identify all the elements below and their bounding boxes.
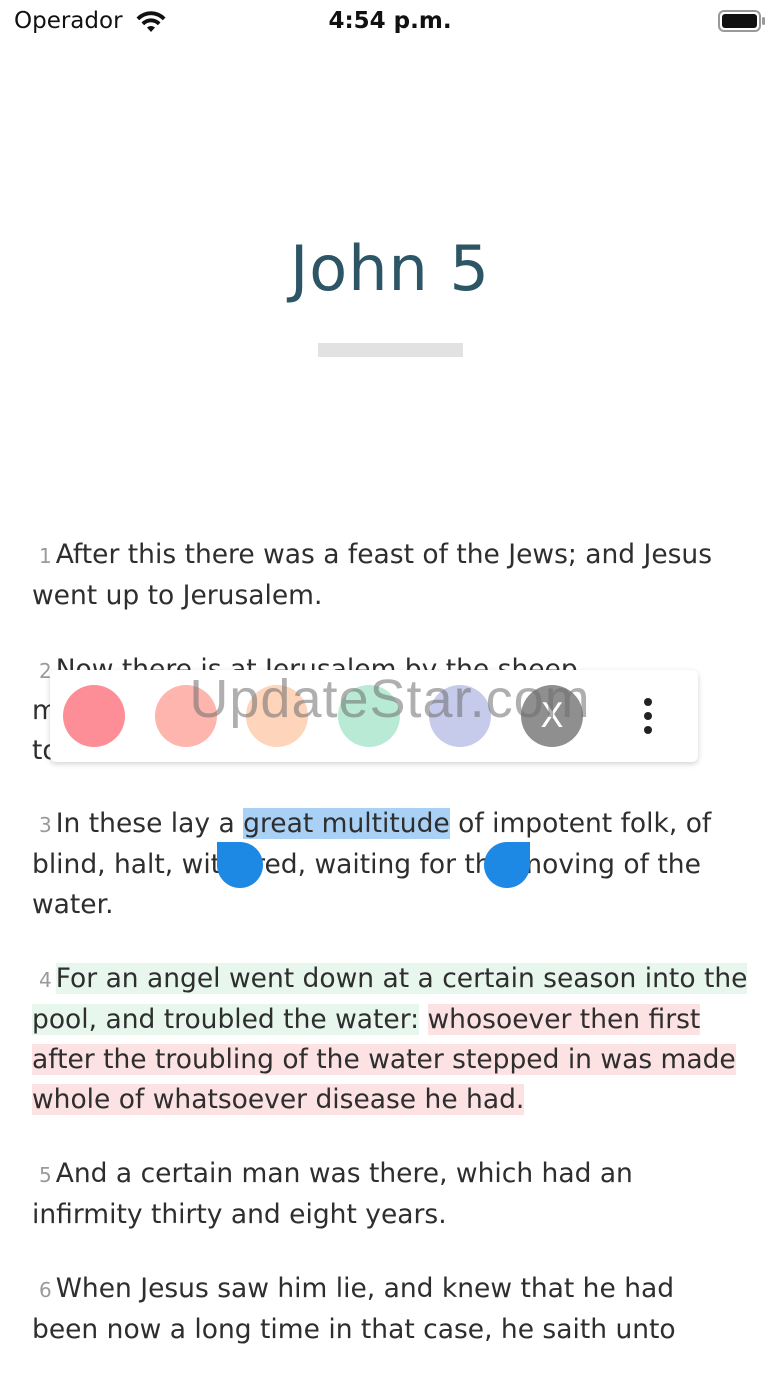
selection-handle-start[interactable] [217,842,263,888]
verse-3[interactable]: 3 In these lay a great multitude of impot… [32,804,748,925]
verse-text: In these lay a [55,808,244,839]
verse-1[interactable]: 1 After this there was a feast of the Jew… [32,535,748,616]
verse-number: 6 [39,1278,52,1302]
verse-text: When Jesus saw him lie, and knew that he… [32,1273,676,1345]
selection-handle-end[interactable] [484,842,530,888]
verse-4[interactable]: 4 For an angel went down at a certain sea… [32,959,748,1120]
verse-number: 5 [39,1163,52,1187]
verse-number: 1 [39,544,52,568]
watermark: UpdateStar.com [189,669,591,729]
battery-icon [718,10,765,32]
verse-text: After this there was a feast of the Jews… [32,539,713,611]
status-bar: Operador 4:54 p.m. [0,0,780,44]
verse-list: 1 After this there was a feast of the Jew… [32,535,748,1384]
verse-number: 4 [39,968,52,992]
verse-6[interactable]: 6 When Jesus saw him lie, and knew that h… [32,1269,748,1350]
status-time: 4:54 p.m. [328,8,452,34]
verse-number: 3 [39,813,52,837]
title-divider [318,343,463,357]
verse-text: And a certain man was there, which had a… [32,1158,633,1230]
chapter-title: John 5 [290,232,490,305]
selected-text[interactable]: great multitude [243,808,450,839]
verse-5[interactable]: 5 And a certain man was there, which had … [32,1154,748,1235]
